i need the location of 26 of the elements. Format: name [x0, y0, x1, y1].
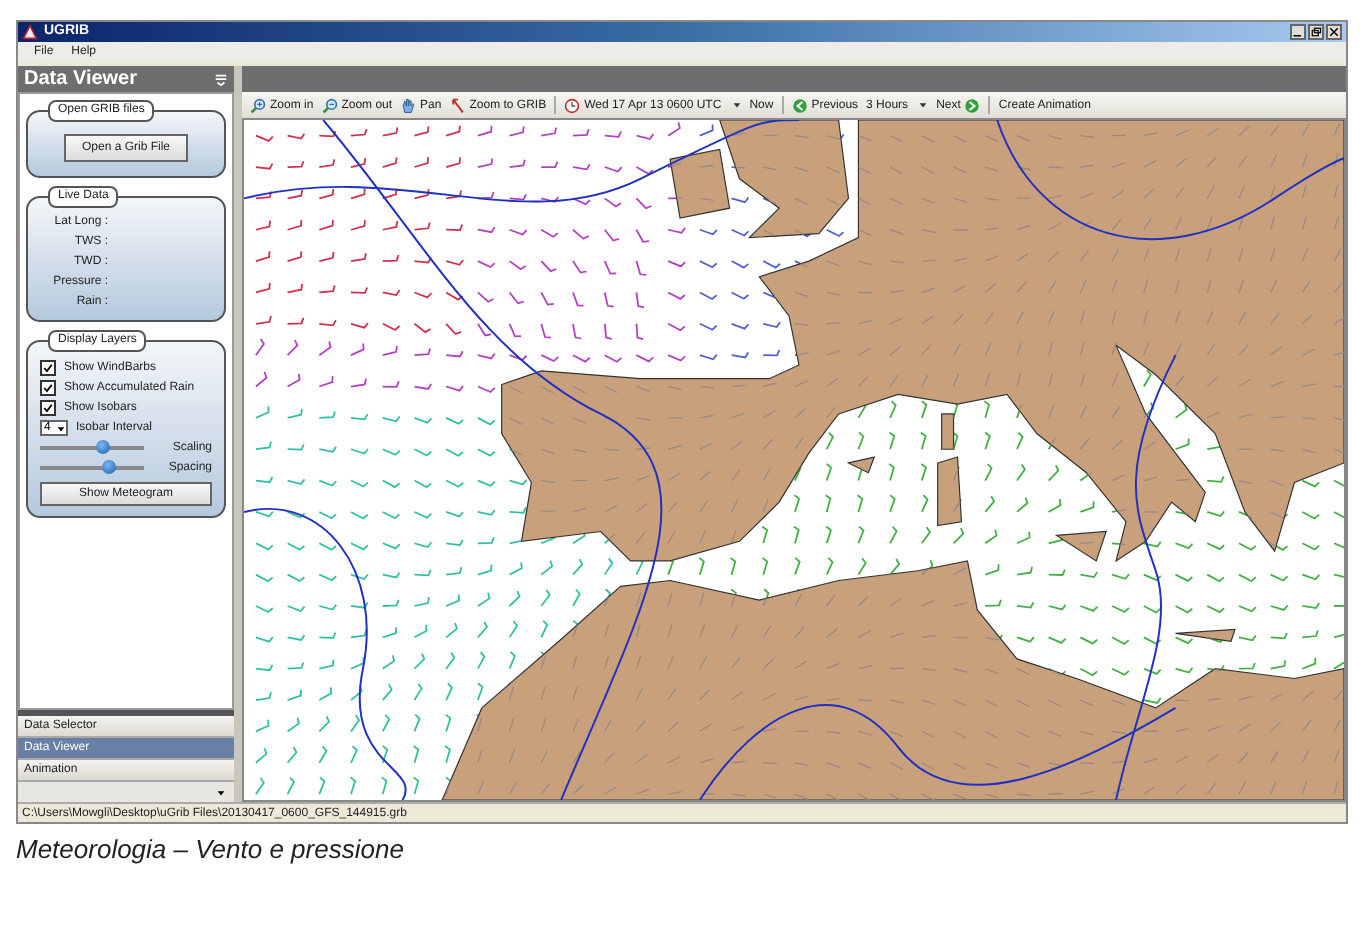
- restore-icon: [1310, 26, 1322, 38]
- slider-thumb[interactable]: [102, 460, 117, 474]
- slider-thumb[interactable]: [96, 440, 111, 454]
- caret-icon: [56, 423, 66, 433]
- caret-icon: [731, 100, 742, 110]
- zoom-in-icon: [250, 97, 266, 113]
- figure-caption: Meteorologia – Vento e pressione: [16, 834, 406, 866]
- close-button[interactable]: [1326, 24, 1342, 40]
- next-icon: [964, 97, 981, 113]
- restore-button[interactable]: [1308, 24, 1324, 40]
- caret-icon: [918, 100, 929, 110]
- close-icon: [1328, 26, 1340, 38]
- arrow-icon: [449, 97, 466, 113]
- minimize-button[interactable]: [1290, 24, 1306, 40]
- previous-icon: [791, 97, 808, 113]
- zoom-out-icon: [321, 97, 338, 113]
- weather-map-drawing[interactable]: [244, 120, 1344, 800]
- caret-icon: [216, 787, 226, 797]
- hand-icon: [400, 97, 417, 113]
- checkbox[interactable]: [40, 380, 56, 396]
- clock-icon: [564, 97, 581, 113]
- menu-icon[interactable]: [214, 72, 228, 86]
- panel-title: Data Viewer: [24, 67, 138, 91]
- checkbox[interactable]: [40, 400, 56, 416]
- checkbox[interactable]: [40, 360, 56, 376]
- splitter-handle[interactable]: [18, 710, 234, 716]
